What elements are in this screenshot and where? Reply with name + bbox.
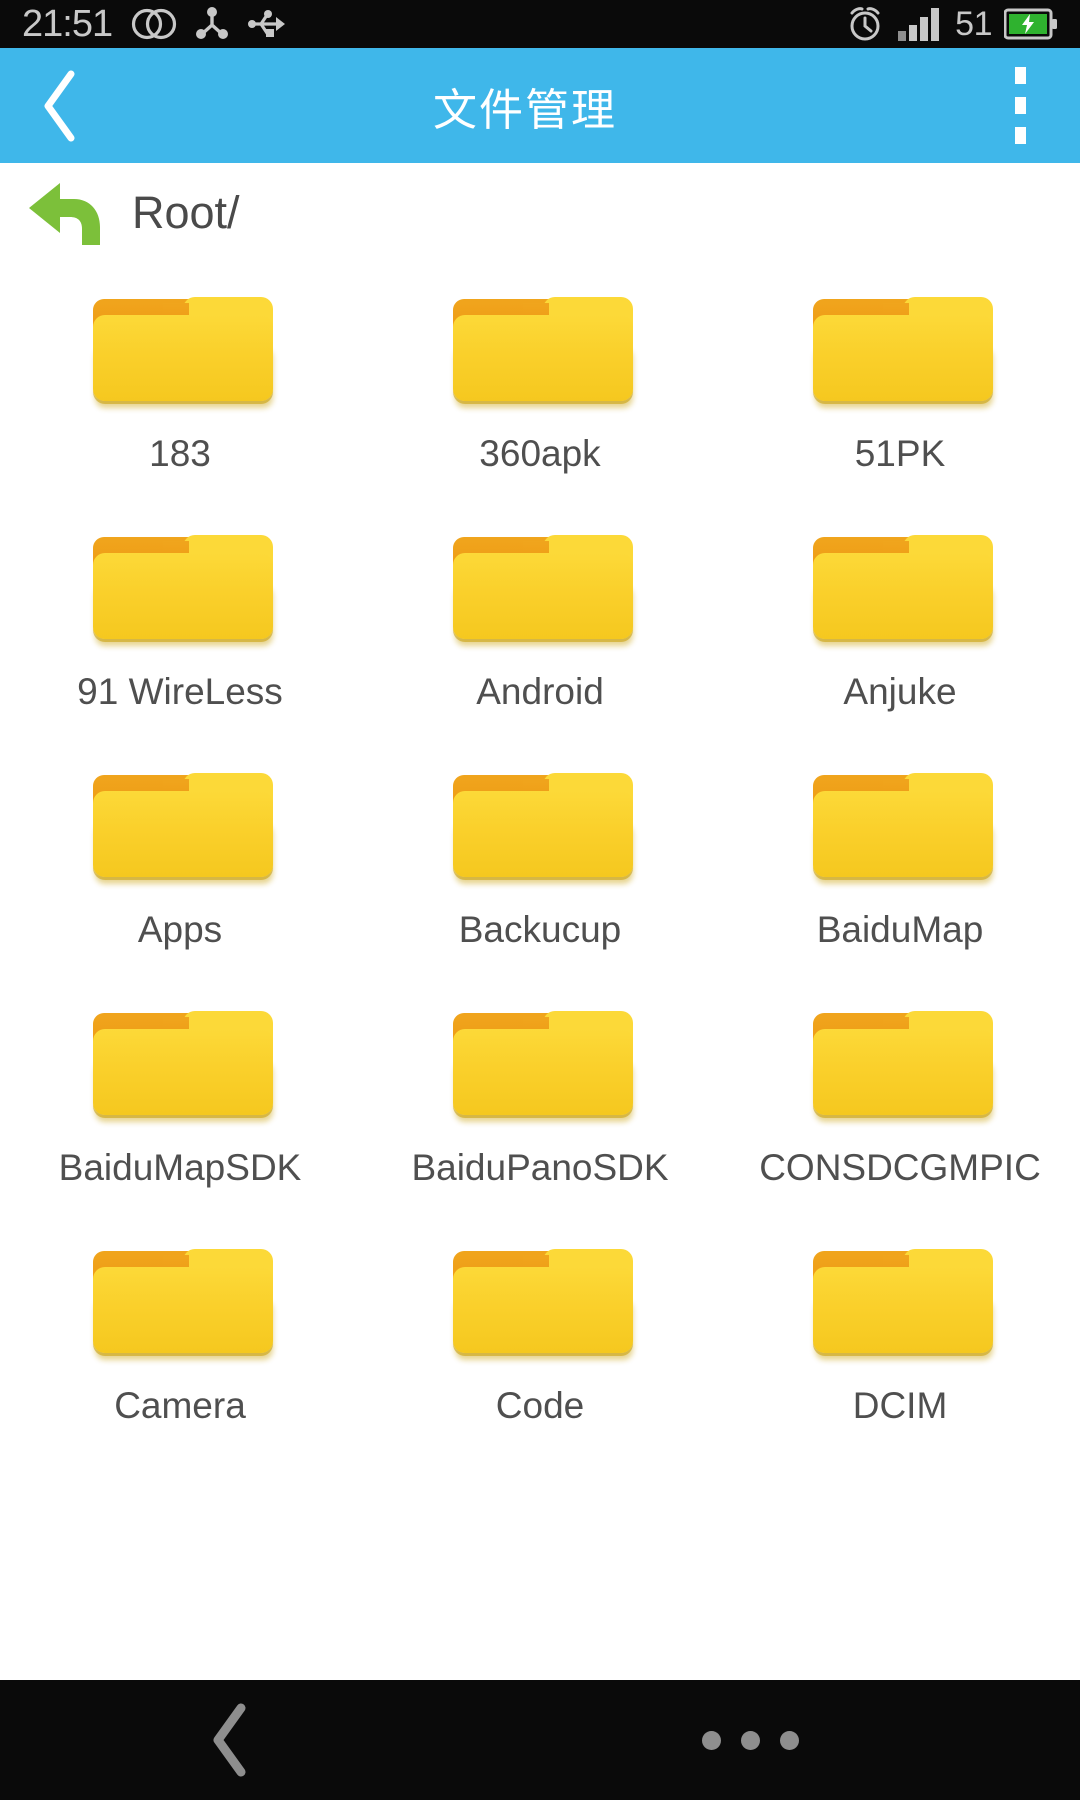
battery-percent-label: 51 bbox=[955, 5, 992, 43]
folder-icon bbox=[447, 1237, 633, 1360]
dual-sim-icon bbox=[131, 8, 177, 40]
folder-icon bbox=[807, 761, 993, 884]
grid-item-label: BaiduMapSDK bbox=[58, 1147, 302, 1188]
reply-arrow-icon bbox=[29, 183, 100, 245]
folder-icon bbox=[447, 523, 633, 646]
folder-front bbox=[93, 553, 273, 639]
grid-item[interactable]: Anjuke bbox=[720, 501, 1080, 739]
grid-item-label: Android bbox=[476, 671, 604, 712]
signal-bars-icon bbox=[898, 8, 940, 41]
folder-front bbox=[93, 1029, 273, 1115]
folder-front bbox=[813, 791, 993, 877]
menu-dot-3 bbox=[1014, 127, 1026, 144]
app-bar: 文件管理 bbox=[0, 48, 1080, 163]
grid-item-label: Anjuke bbox=[843, 671, 957, 712]
status-clock: 21:51 bbox=[22, 3, 113, 45]
grid-item[interactable]: BaiduPanoSDK bbox=[360, 977, 720, 1215]
folder-icon bbox=[87, 523, 273, 646]
folder-icon bbox=[87, 1237, 273, 1360]
grid-item-label: BaiduPanoSDK bbox=[411, 1147, 669, 1188]
status-bar: 21:51 51 bbox=[0, 0, 1080, 48]
menu-dot-1 bbox=[1014, 67, 1026, 84]
grid-item[interactable]: DCIM bbox=[720, 1215, 1080, 1453]
folder-icon bbox=[807, 999, 993, 1122]
folder-front bbox=[453, 1029, 633, 1115]
folder-icon bbox=[447, 999, 633, 1122]
page-title: 文件管理 bbox=[433, 84, 617, 136]
grid-item-label: Apps bbox=[137, 909, 223, 950]
grid-item[interactable]: Backucup bbox=[360, 739, 720, 977]
folder-icon bbox=[807, 523, 993, 646]
folder-front bbox=[453, 791, 633, 877]
status-bar-right: 51 bbox=[845, 4, 1058, 44]
content-area: Root/ 183 360apk 51PK 91 WireLess Androi… bbox=[0, 163, 1080, 1680]
usb-icon bbox=[248, 10, 286, 37]
grid-item[interactable]: Camera bbox=[0, 1215, 360, 1453]
folder-front bbox=[813, 553, 993, 639]
grid-item[interactable]: BaiduMapSDK bbox=[0, 977, 360, 1215]
go-up-button[interactable] bbox=[22, 175, 110, 251]
folder-front bbox=[93, 791, 273, 877]
grid-item-label: 91 WireLess bbox=[77, 671, 283, 712]
folder-front bbox=[813, 315, 993, 401]
grid-item[interactable]: 51PK bbox=[720, 263, 1080, 501]
grid-item-label: CONSDCGMPIC bbox=[759, 1147, 1041, 1188]
grid-item[interactable]: BaiduMap bbox=[720, 739, 1080, 977]
grid-item-label: Camera bbox=[114, 1385, 246, 1426]
chevron-left-icon bbox=[213, 1703, 246, 1777]
grid-item-label: DCIM bbox=[852, 1385, 948, 1426]
path-bar: Root/ bbox=[0, 163, 1080, 263]
overflow-menu-button[interactable] bbox=[960, 48, 1080, 163]
folder-icon bbox=[87, 285, 273, 408]
folder-icon bbox=[87, 761, 273, 884]
folder-front bbox=[453, 553, 633, 639]
recents-dot-2 bbox=[740, 1730, 760, 1750]
grid-item-label: Backucup bbox=[458, 909, 622, 950]
chevron-left-icon bbox=[44, 70, 75, 141]
nav-recents-button[interactable] bbox=[600, 1680, 900, 1800]
folder-front bbox=[93, 1267, 273, 1353]
system-nav-bar bbox=[0, 1680, 1080, 1800]
folder-front bbox=[813, 1267, 993, 1353]
grid-item[interactable]: Code bbox=[360, 1215, 720, 1453]
folder-icon bbox=[447, 761, 633, 884]
folder-front bbox=[813, 1029, 993, 1115]
folder-front bbox=[453, 315, 633, 401]
recents-dot-1 bbox=[701, 1730, 721, 1750]
grid-item-label: 183 bbox=[149, 433, 211, 474]
share-node-icon bbox=[196, 7, 229, 39]
grid-item[interactable]: CONSDCGMPIC bbox=[720, 977, 1080, 1215]
grid-item[interactable]: 360apk bbox=[360, 263, 720, 501]
grid-item-label: BaiduMap bbox=[816, 909, 984, 950]
folder-icon bbox=[87, 999, 273, 1122]
status-bar-left: 21:51 bbox=[22, 5, 289, 43]
folder-icon bbox=[807, 285, 993, 408]
menu-dot-2 bbox=[1014, 97, 1026, 114]
folder-front bbox=[93, 315, 273, 401]
grid-item[interactable]: Apps bbox=[0, 739, 360, 977]
current-path-label: Root/ bbox=[132, 187, 240, 238]
folder-icon bbox=[447, 285, 633, 408]
grid-item[interactable]: 183 bbox=[0, 263, 360, 501]
grid-item-label: 360apk bbox=[479, 433, 601, 474]
grid-item[interactable]: Android bbox=[360, 501, 720, 739]
grid-item-label: 51PK bbox=[854, 433, 946, 474]
grid-item-label: Code bbox=[495, 1385, 585, 1426]
nav-back-button[interactable] bbox=[0, 1680, 460, 1800]
alarm-clock-icon bbox=[850, 7, 880, 41]
battery-charging-icon bbox=[1004, 8, 1057, 40]
recents-dot-3 bbox=[779, 1730, 799, 1750]
folder-front bbox=[453, 1267, 633, 1353]
folder-icon bbox=[807, 1237, 993, 1360]
grid-item[interactable]: 91 WireLess bbox=[0, 501, 360, 739]
file-grid: 183 360apk 51PK 91 WireLess Android Anju… bbox=[0, 263, 1080, 1453]
